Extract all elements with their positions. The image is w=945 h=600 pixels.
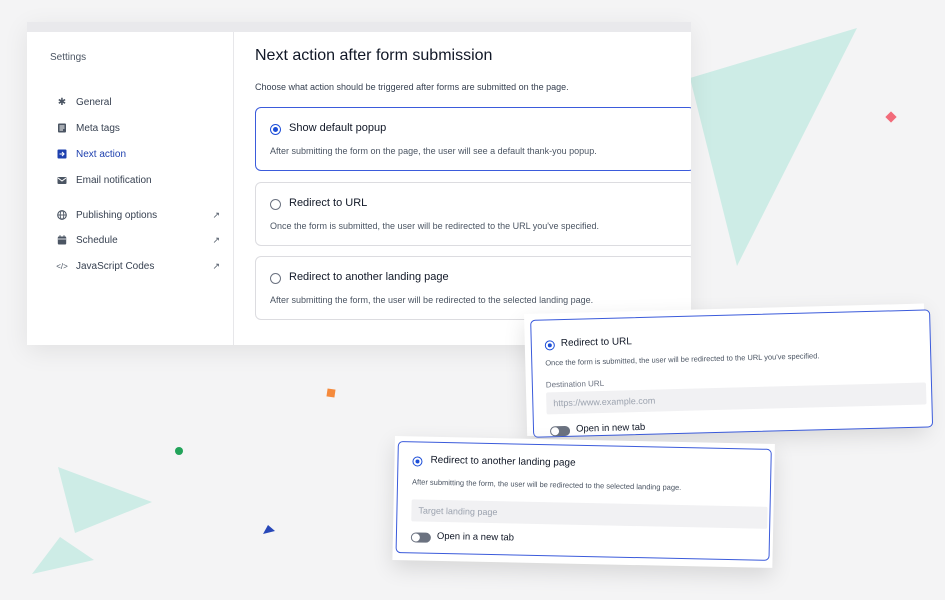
option-description: After submitting the form on the page, t… <box>270 146 597 156</box>
radio-unselected[interactable] <box>270 199 281 210</box>
external-link-icon: ↗ <box>212 260 220 271</box>
radio-selected[interactable] <box>412 456 423 467</box>
sidebar-item-label: Meta tags <box>76 122 120 134</box>
sidebar-item-label: General <box>76 96 112 108</box>
toggle-label: Open in a new tab <box>436 530 515 544</box>
open-new-tab-toggle[interactable] <box>410 532 431 543</box>
envelope-icon <box>56 174 68 186</box>
sidebar-item-email-notification[interactable]: Email notification <box>27 169 234 191</box>
redirect-url-option[interactable]: Redirect to URL Once the form is submitt… <box>530 309 934 438</box>
gear-icon: ✱ <box>57 96 67 108</box>
teal-triangle-small <box>58 467 152 533</box>
sidebar-item-meta-tags[interactable]: Meta tags <box>27 117 234 139</box>
open-new-tab-toggle[interactable] <box>549 425 571 437</box>
sidebar-item-label: Schedule <box>76 234 118 246</box>
radio-selected[interactable] <box>544 340 555 351</box>
settings-window: Settings ✱ General Meta tags Next action… <box>27 22 691 345</box>
external-link-icon: ↗ <box>212 234 220 245</box>
option-show-default-popup[interactable]: Show default popup After submitting the … <box>255 107 691 171</box>
option-title: Redirect to another landing page <box>289 271 449 283</box>
option-description: After submitting the form, the user will… <box>411 477 682 493</box>
destination-url-label: Destination URL <box>545 378 605 390</box>
sidebar-item-label: Next action <box>76 148 127 160</box>
code-icon: </> <box>56 261 68 271</box>
radio-unselected[interactable] <box>270 273 281 284</box>
orange-square <box>326 388 336 398</box>
redirect-url-card: Redirect to URL Once the form is submitt… <box>524 303 934 438</box>
sidebar-item-schedule[interactable]: Schedule ↗ <box>27 229 234 251</box>
pink-diamond <box>885 111 897 123</box>
toggle-label: Open in new tab <box>575 421 646 435</box>
teal-triangle-tiny <box>32 537 94 574</box>
sidebar-item-label: Publishing options <box>76 209 158 221</box>
target-landing-page-input[interactable]: Target landing page <box>411 499 768 529</box>
option-description: Once the form is submitted, the user wil… <box>270 221 600 231</box>
option-title: Redirect to another landing page <box>430 454 576 469</box>
settings-sidebar: Settings ✱ General Meta tags Next action… <box>27 32 234 345</box>
option-description: Once the form is submitted, the user wil… <box>545 351 820 368</box>
option-title: Show default popup <box>289 122 387 134</box>
document-icon <box>56 122 68 134</box>
option-redirect-to-url[interactable]: Redirect to URL Once the form is submitt… <box>255 182 691 246</box>
blue-triangle <box>263 525 275 534</box>
globe-icon <box>56 209 68 221</box>
external-link-icon: ↗ <box>212 209 220 220</box>
teal-triangle-large <box>690 28 857 266</box>
redirect-landing-card: Redirect to another landing page After s… <box>392 436 775 568</box>
sidebar-item-next-action[interactable]: Next action <box>27 143 234 165</box>
sidebar-item-publishing-options[interactable]: Publishing options ↗ <box>27 204 234 226</box>
sidebar-item-javascript-codes[interactable]: </> JavaScript Codes ↗ <box>27 255 234 277</box>
calendar-icon <box>56 234 68 246</box>
input-placeholder: Target landing page <box>418 505 498 518</box>
sidebar-item-general[interactable]: ✱ General <box>27 91 234 113</box>
redirect-landing-option[interactable]: Redirect to another landing page After s… <box>395 441 772 561</box>
option-title: Redirect to URL <box>289 197 368 209</box>
sidebar-title: Settings <box>50 52 87 63</box>
page-subtitle: Choose what action should be triggered a… <box>255 82 569 92</box>
option-title: Redirect to URL <box>560 336 633 350</box>
next-action-panel: Next action after form submission Choose… <box>255 32 691 345</box>
option-description: After submitting the form, the user will… <box>270 295 594 305</box>
radio-selected[interactable] <box>270 124 281 135</box>
input-placeholder: https://www.example.com <box>553 395 656 409</box>
arrow-right-box-icon <box>56 148 68 160</box>
page-title: Next action after form submission <box>255 47 493 64</box>
sidebar-item-label: JavaScript Codes <box>76 260 155 272</box>
sidebar-item-label: Email notification <box>76 174 152 186</box>
green-dot <box>175 447 183 455</box>
